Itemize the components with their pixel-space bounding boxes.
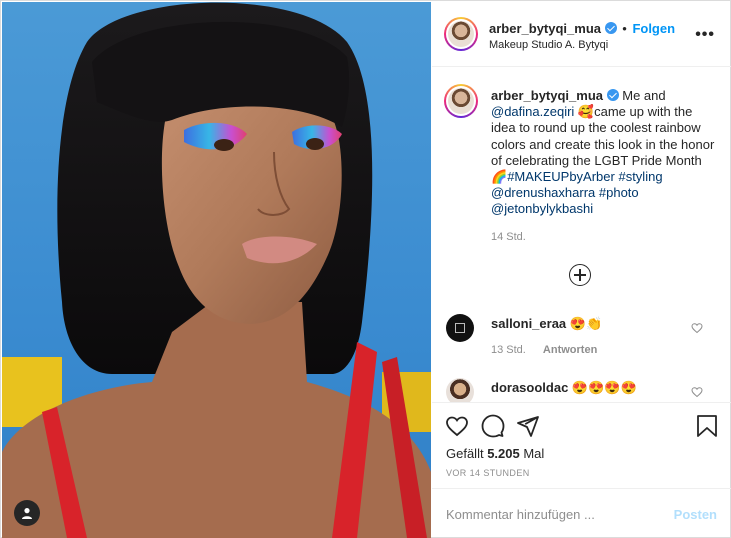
tagged-users-button[interactable]: [14, 500, 40, 526]
author-line: arber_bytyqi_mua • Folgen: [489, 21, 675, 36]
verified-badge-icon: [604, 22, 617, 34]
reply-button[interactable]: Antworten: [543, 344, 597, 356]
plus-circle-icon[interactable]: [569, 264, 591, 286]
post-header: arber_bytyqi_mua • Folgen Makeup Studio …: [432, 2, 731, 67]
paper-plane-icon[interactable]: [516, 414, 540, 438]
commenter-avatar[interactable]: [446, 378, 474, 402]
mention-link[interactable]: @jetonbylykbashi: [491, 201, 593, 216]
commenter-username[interactable]: salloni_eraa: [491, 316, 566, 331]
mention-link[interactable]: @drenushaxharra: [491, 185, 595, 200]
comment-form: Posten: [432, 488, 731, 538]
caption-avatar[interactable]: [444, 84, 478, 118]
comment-meta: 13 Std. Antworten: [491, 344, 597, 356]
author-username[interactable]: arber_bytyqi_mua: [489, 21, 601, 36]
caption-text: arber_bytyqi_mua Me and @dafina.zeqiri 🥰…: [491, 88, 717, 218]
mention-link[interactable]: @dafina.zeqiri: [491, 104, 574, 119]
comment-input[interactable]: [446, 504, 656, 524]
post-details-panel: arber_bytyqi_mua • Folgen Makeup Studio …: [432, 2, 731, 538]
separator-dot: •: [622, 21, 627, 36]
author-avatar[interactable]: [444, 17, 478, 51]
caption-time[interactable]: 14 Std.: [491, 231, 526, 243]
caption-fragment: Me and: [618, 88, 666, 103]
user-icon: [22, 508, 32, 519]
verified-badge-icon: [606, 89, 619, 101]
emoji: 🌈: [491, 169, 508, 185]
caption-username[interactable]: arber_bytyqi_mua: [491, 88, 603, 103]
comments-list: salloni_eraa 😍👏 13 Std. Antworten doraso…: [432, 302, 731, 402]
follow-button[interactable]: Folgen: [632, 21, 675, 36]
comment-time[interactable]: 13 Std.: [491, 344, 526, 356]
heart-icon[interactable]: [691, 322, 703, 334]
comment-line: salloni_eraa 😍👏: [491, 316, 602, 332]
hashtag-link[interactable]: #MAKEUPbyArber: [507, 169, 615, 184]
hashtag-link[interactable]: #styling: [618, 169, 662, 184]
comment-line: dorasooldac 😍😍😍😍: [491, 380, 637, 396]
portrait-image: [2, 2, 431, 538]
post-modal: arber_bytyqi_mua • Folgen Makeup Studio …: [0, 0, 731, 538]
emoji: 🥰: [577, 104, 595, 120]
post-photo[interactable]: [2, 2, 431, 538]
post-actions: Gefällt 5.205 Mal VOR 14 STUNDEN: [432, 402, 731, 488]
comment-text: 😍👏: [569, 316, 603, 331]
post-timestamp[interactable]: VOR 14 STUNDEN: [446, 468, 530, 478]
comment-icon[interactable]: [481, 414, 505, 438]
post-comment-button[interactable]: Posten: [674, 507, 717, 522]
commenter-avatar[interactable]: [446, 314, 474, 342]
likes-number: 5.205: [487, 446, 520, 461]
more-options-icon[interactable]: •••: [695, 26, 715, 44]
heart-icon[interactable]: [691, 386, 703, 398]
hashtag-link[interactable]: #photo: [599, 185, 639, 200]
likes-suffix: Mal: [519, 446, 545, 461]
commenter-username[interactable]: dorasooldac: [491, 380, 568, 395]
bookmark-icon[interactable]: [696, 414, 718, 438]
likes-count[interactable]: Gefällt 5.205 Mal: [446, 446, 544, 461]
comment-text: 😍😍😍😍: [571, 380, 637, 395]
heart-icon[interactable]: [445, 414, 469, 438]
likes-prefix: Gefällt: [446, 446, 488, 461]
location-link[interactable]: Makeup Studio A. Bytyqi: [489, 39, 608, 51]
